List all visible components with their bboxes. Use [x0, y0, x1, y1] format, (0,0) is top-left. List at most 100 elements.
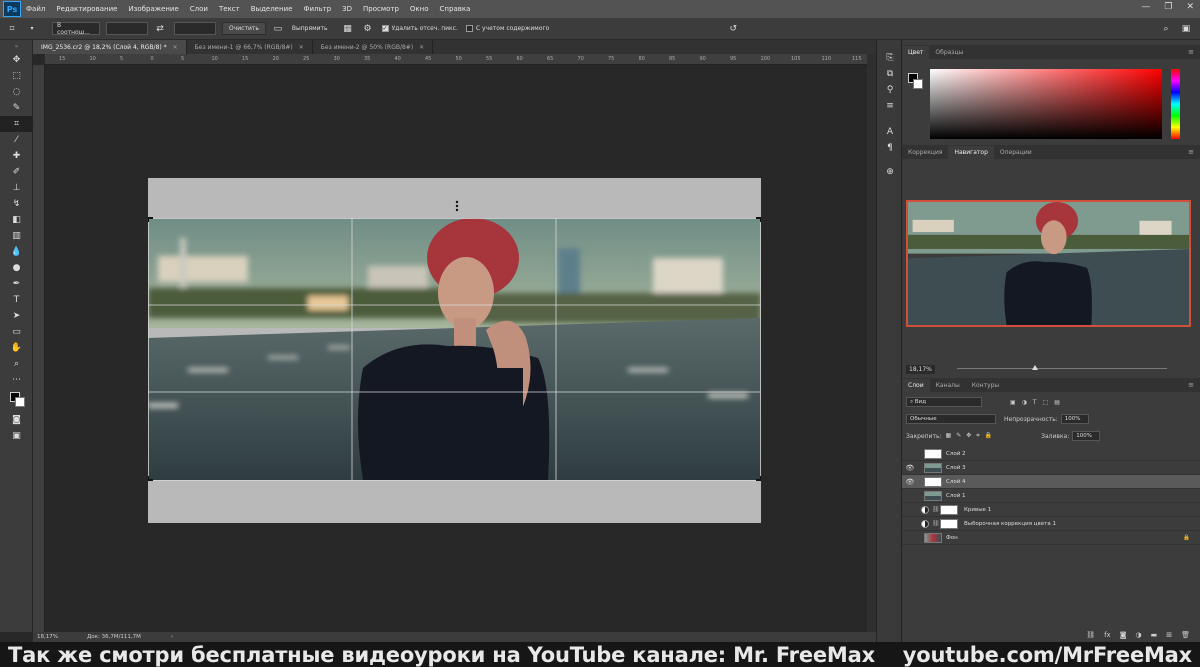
menu-window[interactable]: Окно — [410, 5, 429, 13]
close-icon[interactable]: ✕ — [173, 44, 178, 51]
chevron-down-icon[interactable]: ▾ — [26, 23, 38, 35]
navigator-zoom-slider[interactable] — [957, 368, 1167, 369]
opacity-input[interactable]: 100% — [1060, 414, 1089, 424]
kind-filter-select[interactable]: ⌕ Вид — [906, 397, 982, 407]
gear-icon[interactable]: ⚙ — [362, 23, 374, 35]
panel-menu-icon[interactable]: ≡ — [1188, 148, 1194, 156]
menu-help[interactable]: Справка — [440, 5, 471, 13]
eye-icon[interactable]: 👁 — [902, 464, 918, 472]
reset-icon[interactable]: ↺ — [727, 23, 739, 35]
layer-row[interactable]: Фон 🔒 — [902, 531, 1200, 545]
tab-layers[interactable]: Слои — [902, 379, 930, 392]
quick-select-tool-icon[interactable]: ✎ — [0, 100, 33, 116]
adjustments-icon[interactable]: ≡ — [877, 98, 903, 114]
close-icon[interactable]: ✕ — [419, 44, 424, 51]
type-tool-icon[interactable]: T — [0, 292, 33, 308]
slider-knob-icon[interactable] — [1032, 365, 1038, 370]
menu-filter[interactable]: Фильтр — [303, 5, 331, 13]
menu-3d[interactable]: 3D — [342, 5, 352, 13]
layer-row[interactable]: ⛓ Выборочная коррекция цвета 1 — [902, 517, 1200, 531]
color-swatches[interactable] — [0, 388, 33, 412]
zoom-tool-icon[interactable]: ⌕ — [0, 356, 33, 372]
healing-brush-tool-icon[interactable]: ✚ — [0, 148, 33, 164]
pen-tool-icon[interactable]: ✒ — [0, 276, 33, 292]
chevron-right-icon[interactable]: › — [171, 634, 173, 640]
background-color[interactable] — [15, 397, 25, 407]
eye-icon[interactable]: 👁 — [902, 478, 918, 486]
move-tool-icon[interactable]: ✥ — [0, 52, 33, 68]
character-icon[interactable]: A — [877, 124, 903, 140]
tab-channels[interactable]: Каналы — [930, 379, 966, 392]
dodge-tool-icon[interactable]: ● — [0, 260, 33, 276]
quick-mask-icon[interactable]: ◙ — [0, 412, 33, 428]
trash-icon[interactable]: 🗑 — [1181, 631, 1190, 639]
adjustment-layer-icon[interactable]: ◑ — [1136, 631, 1142, 639]
menu-file[interactable]: Файл — [26, 5, 45, 13]
workspace-icon[interactable]: ▣ — [1180, 23, 1192, 35]
layer-row[interactable]: Слой 2 — [902, 447, 1200, 461]
menu-image[interactable]: Изображение — [128, 5, 178, 13]
tab-paths[interactable]: Контуры — [966, 379, 1005, 392]
layer-row[interactable]: Слой 1 — [902, 489, 1200, 503]
search-icon[interactable]: ⌕ — [1160, 23, 1172, 35]
link-layers-icon[interactable]: ⛓ — [1086, 631, 1095, 639]
tab-actions[interactable]: Операции — [994, 146, 1038, 159]
restore-icon[interactable]: ❐ — [1164, 2, 1172, 12]
menu-layers[interactable]: Слои — [190, 5, 208, 13]
collapse-icon[interactable]: » — [0, 40, 33, 52]
crop-tool-icon[interactable]: ⌗ — [0, 116, 33, 132]
tab-untitled-1[interactable]: Без имени-1 @ 66,7% (RGB/8#) ✕ — [187, 40, 313, 54]
add-mask-icon[interactable]: ◙ — [1120, 631, 1127, 639]
layer-row-selected[interactable]: 👁 Слой 4 — [902, 475, 1200, 489]
height-input[interactable] — [174, 22, 216, 35]
hue-slider[interactable] — [1171, 69, 1180, 139]
panel-menu-icon[interactable]: ≡ — [1188, 381, 1194, 389]
hand-tool-icon[interactable]: ✋ — [0, 340, 33, 356]
paragraph-icon[interactable]: ¶ — [877, 140, 903, 156]
overlay-grid-icon[interactable]: ▦ — [342, 23, 354, 35]
tab-color[interactable]: Цвет — [902, 46, 930, 59]
menu-edit[interactable]: Редактирование — [56, 5, 117, 13]
vertical-scrollbar[interactable] — [867, 54, 876, 632]
straighten-button[interactable]: Выпрямить — [292, 25, 328, 32]
straighten-icon[interactable]: ▭ — [272, 23, 284, 35]
crop-grid-overlay[interactable] — [148, 178, 761, 523]
delete-cropped-checkbox[interactable]: ✓ Удалить отсеч. пикс. — [381, 25, 458, 32]
filter-icons[interactable]: ▣◑T⬚▤ — [1010, 399, 1066, 406]
lasso-tool-icon[interactable]: ◌ — [0, 84, 33, 100]
layer-row[interactable]: 👁 Слой 3 — [902, 461, 1200, 475]
brush-tool-icon[interactable]: ✐ — [0, 164, 33, 180]
tab-untitled-2[interactable]: Без имени-2 @ 50% (RGB/8#) ✕ — [313, 40, 434, 54]
zoom-readout[interactable]: 18,17% — [37, 634, 87, 640]
properties-icon[interactable]: ⧉ — [877, 66, 903, 82]
fill-input[interactable]: 100% — [1072, 431, 1101, 441]
tab-adjustments[interactable]: Коррекция — [902, 146, 948, 159]
blur-tool-icon[interactable]: 💧 — [0, 244, 33, 260]
ratio-select[interactable]: В соотнош... — [52, 22, 100, 36]
clear-button[interactable]: Очистить — [222, 22, 266, 35]
shape-tool-icon[interactable]: ▭ — [0, 324, 33, 340]
menu-view[interactable]: Просмотр — [363, 5, 399, 13]
tab-navigator[interactable]: Навигатор — [948, 146, 994, 159]
marquee-tool-icon[interactable]: ⬚ — [0, 68, 33, 84]
navigator-preview[interactable] — [906, 200, 1191, 327]
path-select-tool-icon[interactable]: ➤ — [0, 308, 33, 324]
clone-stamp-tool-icon[interactable]: ⊥ — [0, 180, 33, 196]
swap-icon[interactable]: ⇄ — [154, 23, 166, 35]
gradient-tool-icon[interactable]: ▥ — [0, 228, 33, 244]
new-layer-icon[interactable]: ⊞ — [1166, 631, 1172, 639]
width-input[interactable] — [106, 22, 148, 35]
panel-menu-icon[interactable]: ≡ — [1188, 48, 1194, 56]
close-icon[interactable]: ✕ — [1186, 2, 1194, 12]
content-aware-checkbox[interactable]: С учетом содержимого — [465, 25, 549, 32]
navigator-zoom-value[interactable]: 18,17% — [906, 365, 935, 374]
new-group-icon[interactable]: ▬ — [1151, 631, 1158, 639]
color-picker-field[interactable] — [930, 69, 1162, 139]
menu-select[interactable]: Выделение — [251, 5, 293, 13]
minimize-icon[interactable]: — — [1141, 2, 1150, 12]
fx-icon[interactable]: fx — [1104, 631, 1111, 639]
background-swatch[interactable] — [913, 79, 923, 89]
screen-mode-icon[interactable]: ▣ — [0, 428, 33, 444]
blend-mode-select[interactable]: Обычные — [906, 414, 996, 424]
actions-icon[interactable]: ⚲ — [877, 82, 903, 98]
